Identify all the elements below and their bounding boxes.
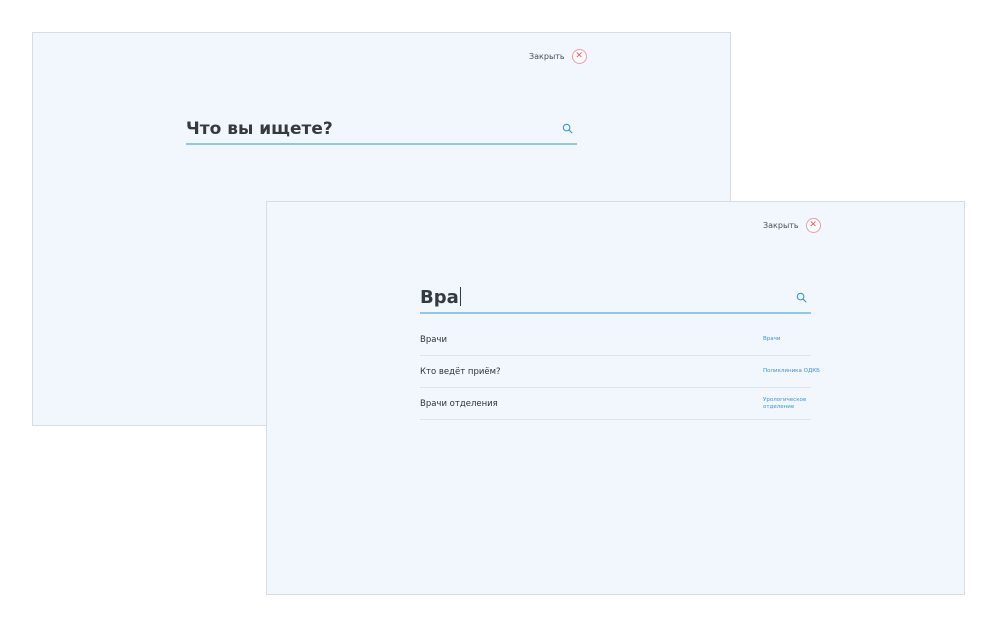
result-category-link[interactable]: Поликлиника ОДКБ <box>763 368 827 375</box>
search-input-value[interactable]: Вра <box>420 287 459 308</box>
result-title[interactable]: Врачи <box>420 335 447 345</box>
search-result-item[interactable]: Врачи Врачи <box>420 324 811 356</box>
close-label[interactable]: Закрыть <box>529 52 565 61</box>
close-icon[interactable]: ✕ <box>575 52 583 61</box>
result-title[interactable]: Врачи отделения <box>420 399 498 409</box>
search-placeholder[interactable]: Что вы ищете? <box>186 119 546 143</box>
search-icon[interactable] <box>796 292 807 303</box>
search-result-item[interactable]: Врачи отделения Урологическое отделение <box>420 388 811 420</box>
text-caret <box>459 287 461 306</box>
result-category-link[interactable]: Врачи <box>763 336 827 343</box>
close-control[interactable]: Закрыть ✕ <box>763 218 821 233</box>
close-control[interactable]: Закрыть ✕ <box>529 49 587 64</box>
search-result-item[interactable]: Кто ведёт приём? Поликлиника ОДКБ <box>420 356 820 388</box>
result-category-link[interactable]: Урологическое отделение <box>763 397 827 411</box>
close-button[interactable]: ✕ <box>571 49 587 64</box>
search-bar[interactable]: Вра <box>420 284 811 314</box>
close-button[interactable]: ✕ <box>805 218 821 233</box>
search-bar[interactable]: Что вы ищете? <box>186 117 577 145</box>
search-icon[interactable] <box>562 123 573 134</box>
result-title[interactable]: Кто ведёт приём? <box>420 367 501 377</box>
close-icon[interactable]: ✕ <box>809 221 817 230</box>
search-input[interactable]: Вра <box>420 287 780 312</box>
close-label[interactable]: Закрыть <box>763 221 799 230</box>
search-overlay-results: Закрыть ✕ Вра Врачи Врачи Кто ведёт приё… <box>266 201 965 595</box>
search-results-list: Врачи Врачи Кто ведёт приём? Поликлиника… <box>420 324 820 420</box>
